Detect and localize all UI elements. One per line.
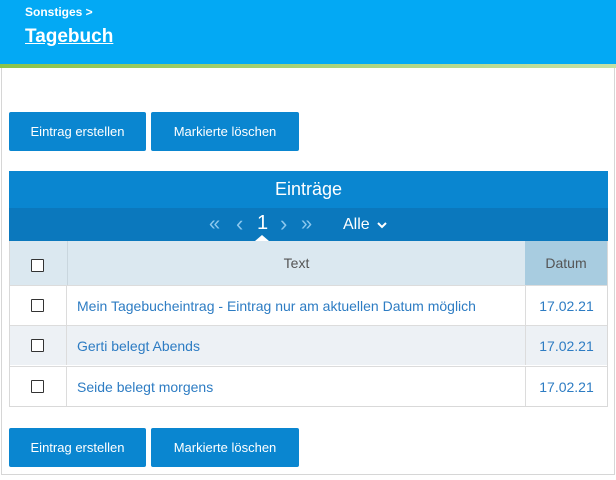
column-header-text[interactable]: Text [67, 241, 525, 285]
row-checkbox[interactable] [31, 339, 44, 352]
row-text[interactable]: Mein Tagebucheintrag - Eintrag nur am ak… [77, 286, 476, 325]
row-checkbox[interactable] [31, 380, 44, 393]
create-entry-button[interactable]: Eintrag erstellen [9, 112, 146, 151]
table-row[interactable]: Gerti belegt Abends 17.02.21 [10, 325, 607, 365]
cell-divider [66, 367, 67, 406]
current-page-number[interactable]: 1 [257, 212, 268, 235]
breadcrumb[interactable]: Sonstiges > [25, 5, 93, 19]
row-text[interactable]: Gerti belegt Abends [77, 326, 200, 365]
select-all-checkbox[interactable] [31, 259, 44, 272]
delete-marked-button-bottom[interactable]: Markierte löschen [151, 428, 299, 467]
filter-select[interactable]: Alle [343, 216, 387, 234]
app-header: Sonstiges > Tagebuch [0, 0, 616, 68]
delete-marked-button[interactable]: Markierte löschen [151, 112, 299, 151]
row-checkbox[interactable] [31, 299, 44, 312]
cell-divider [66, 286, 67, 325]
row-date: 17.02.21 [525, 286, 607, 325]
row-date: 17.02.21 [525, 367, 607, 406]
filter-select-label: Alle [343, 216, 370, 233]
first-page-icon[interactable]: « [209, 213, 220, 236]
page-title[interactable]: Tagebuch [25, 26, 113, 48]
row-date: 17.02.21 [525, 326, 607, 365]
prev-page-icon[interactable]: ‹ [236, 211, 243, 237]
cell-divider [66, 326, 67, 365]
table-header: Text Datum [10, 241, 607, 285]
next-page-icon[interactable]: › [280, 211, 287, 237]
chevron-down-icon [377, 222, 387, 229]
pagination-bar: « ‹ 1 › » Alle [9, 208, 608, 241]
table-row[interactable]: Mein Tagebucheintrag - Eintrag nur am ak… [10, 285, 607, 325]
create-entry-button-bottom[interactable]: Eintrag erstellen [9, 428, 146, 467]
last-page-icon[interactable]: » [301, 213, 312, 236]
table-row[interactable]: Seide belegt morgens 17.02.21 [10, 366, 607, 407]
panel-title: Einträge [9, 171, 608, 208]
row-text[interactable]: Seide belegt morgens [77, 367, 213, 406]
column-header-date[interactable]: Datum [525, 241, 607, 285]
